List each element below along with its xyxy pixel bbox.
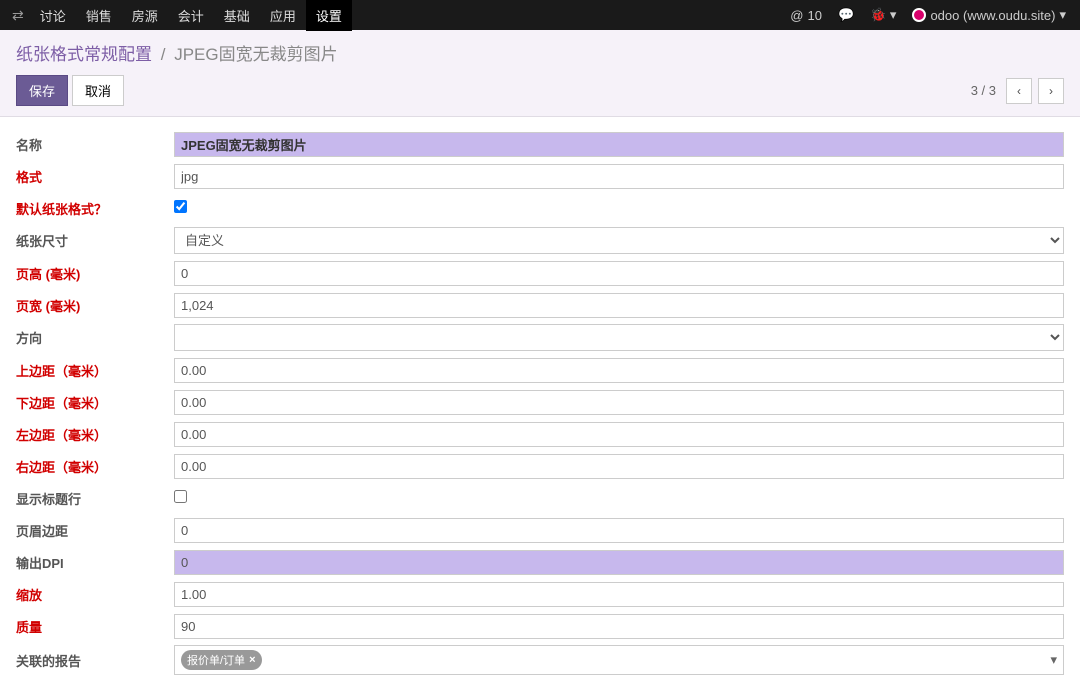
margin-right-input[interactable] <box>174 454 1064 479</box>
margin-bottom-input[interactable] <box>174 390 1064 415</box>
user-menu[interactable]: odoo (www.oudu.site) ▾ <box>904 7 1074 23</box>
breadcrumb: 纸张格式常规配置 / JPEG固宽无裁剪图片 <box>16 40 1064 65</box>
name-input[interactable] <box>174 132 1064 157</box>
mentions-count[interactable]: @ 10 <box>782 8 830 23</box>
menu-settings[interactable]: 设置 <box>306 0 352 31</box>
reports-input[interactable]: 报价单/订单 × ▾ <box>174 645 1064 675</box>
header-spacing-input[interactable] <box>174 518 1064 543</box>
margin-top-input[interactable] <box>174 358 1064 383</box>
menu-base[interactable]: 基础 <box>214 0 260 31</box>
format-input[interactable] <box>174 164 1064 189</box>
zoom-input[interactable] <box>174 582 1064 607</box>
pager-prev-button[interactable]: ‹ <box>1006 78 1032 104</box>
menu-discuss[interactable]: 讨论 <box>30 0 76 31</box>
caret-down-icon: ▾ <box>1059 7 1066 23</box>
label-name: 名称 <box>16 135 174 154</box>
discard-button[interactable]: 取消 <box>72 75 124 106</box>
menu-listings[interactable]: 房源 <box>122 0 168 31</box>
label-quality: 质量 <box>16 617 174 636</box>
debug-icon[interactable]: 🐞 ▾ <box>862 7 904 23</box>
header-line-checkbox[interactable] <box>174 490 187 503</box>
save-button[interactable]: 保存 <box>16 75 68 106</box>
menu-apps[interactable]: 应用 <box>260 0 306 31</box>
page-height-input[interactable] <box>174 261 1064 286</box>
label-page-height: 页高 (毫米) <box>16 264 174 283</box>
user-label: odoo (www.oudu.site) <box>930 8 1055 23</box>
caret-down-icon: ▾ <box>1050 652 1057 668</box>
chat-icon[interactable]: 💬 <box>830 7 862 23</box>
report-tag[interactable]: 报价单/订单 × <box>181 650 262 670</box>
tag-remove-icon[interactable]: × <box>249 654 255 666</box>
pager-next-button[interactable]: › <box>1038 78 1064 104</box>
label-margin-top: 上边距（毫米） <box>16 361 174 380</box>
label-format: 格式 <box>16 167 174 186</box>
apps-icon[interactable]: ⇄ <box>6 7 30 24</box>
pager-text: 3 / 3 <box>971 83 996 98</box>
page-width-input[interactable] <box>174 293 1064 318</box>
report-tag-label: 报价单/订单 <box>187 652 245 668</box>
label-zoom: 缩放 <box>16 585 174 604</box>
margin-left-input[interactable] <box>174 422 1064 447</box>
orientation-select[interactable] <box>174 324 1064 351</box>
label-reports: 关联的报告 <box>16 651 174 670</box>
chevron-left-icon: ‹ <box>1017 84 1021 98</box>
label-page-width: 页宽 (毫米) <box>16 296 174 315</box>
breadcrumb-sep: / <box>157 45 170 64</box>
top-navbar: ⇄ 讨论 销售 房源 会计 基础 应用 设置 @ 10 💬 🐞 ▾ odoo (… <box>0 0 1080 30</box>
label-paper-size: 纸张尺寸 <box>16 231 174 250</box>
paper-size-select[interactable]: 自定义 <box>174 227 1064 254</box>
label-default: 默认纸张格式？ <box>16 199 174 218</box>
label-margin-left: 左边距（毫米） <box>16 425 174 444</box>
top-menu: 讨论 销售 房源 会计 基础 应用 设置 <box>30 0 352 31</box>
breadcrumb-parent[interactable]: 纸张格式常规配置 <box>16 45 152 64</box>
label-header-spacing: 页眉边距 <box>16 521 174 540</box>
label-margin-bottom: 下边距（毫米） <box>16 393 174 412</box>
dpi-input[interactable] <box>174 550 1064 575</box>
label-dpi: 输出DPI <box>16 553 174 572</box>
form-sheet: 名称 格式 默认纸张格式？ 纸张尺寸 自定义 页高 (毫米) 页宽 (毫米) 方… <box>0 117 1080 695</box>
label-orientation: 方向 <box>16 328 174 347</box>
breadcrumb-current: JPEG固宽无裁剪图片 <box>174 45 337 64</box>
avatar-icon <box>912 8 926 22</box>
label-header-line: 显示标题行 <box>16 489 174 508</box>
chevron-right-icon: › <box>1049 84 1053 98</box>
at-icon: @ <box>790 8 803 23</box>
default-checkbox[interactable] <box>174 200 187 213</box>
menu-sales[interactable]: 销售 <box>76 0 122 31</box>
menu-accounting[interactable]: 会计 <box>168 0 214 31</box>
label-margin-right: 右边距（毫米） <box>16 457 174 476</box>
mentions-value: 10 <box>807 8 821 23</box>
control-panel: 纸张格式常规配置 / JPEG固宽无裁剪图片 保存 取消 3 / 3 ‹ › <box>0 30 1080 117</box>
